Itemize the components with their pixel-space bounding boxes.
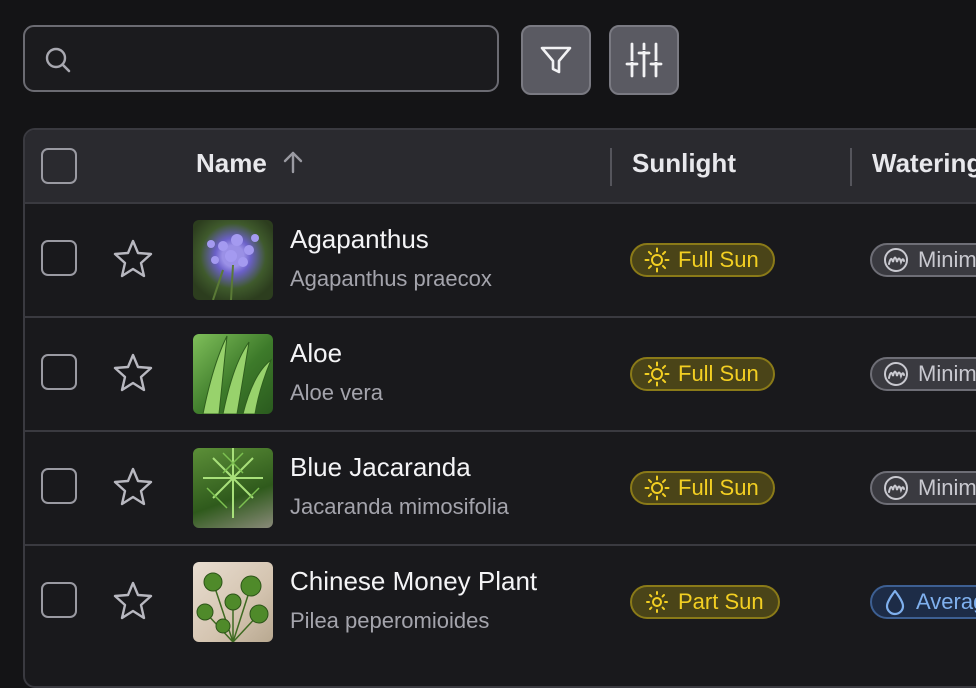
column-divider[interactable] bbox=[610, 148, 612, 186]
row-checkbox[interactable] bbox=[41, 468, 77, 504]
sunlight-label: Full Sun bbox=[678, 361, 759, 386]
plant-scientific-name: Jacaranda mimosifolia bbox=[290, 494, 509, 519]
sunlight-badge: Full Sun bbox=[630, 471, 775, 505]
jacaranda-image bbox=[203, 448, 263, 518]
plant-name: Aloe bbox=[290, 338, 343, 368]
sunlight-badge: Full Sun bbox=[630, 243, 775, 277]
sun-icon bbox=[646, 591, 668, 613]
star-icon[interactable] bbox=[113, 238, 153, 278]
sliders-icon bbox=[625, 42, 663, 78]
name-header-label: Name bbox=[196, 148, 267, 178]
sun-icon bbox=[644, 475, 670, 501]
drought-icon bbox=[884, 362, 908, 386]
drought-icon bbox=[884, 248, 908, 272]
sunlight-badge: Full Sun bbox=[630, 357, 775, 391]
watering-badge: Average bbox=[870, 585, 976, 619]
search-icon bbox=[45, 47, 71, 73]
drought-icon bbox=[884, 476, 908, 500]
filter-icon bbox=[540, 46, 572, 74]
row-checkbox[interactable] bbox=[41, 240, 77, 276]
plant-scientific-name: Agapanthus praecox bbox=[290, 266, 492, 291]
watering-label: Minimum bbox=[918, 361, 976, 386]
sunlight-label: Full Sun bbox=[678, 247, 759, 272]
watering-label: Minimum bbox=[918, 247, 976, 272]
plant-name: Blue Jacaranda bbox=[290, 452, 471, 482]
watering-label: Average bbox=[916, 589, 976, 614]
sunlight-badge: Part Sun bbox=[630, 585, 780, 619]
aloe-image bbox=[202, 335, 273, 414]
sunlight-column-header[interactable]: Sunlight bbox=[632, 148, 736, 179]
sunlight-label: Part Sun bbox=[678, 589, 764, 614]
select-all-checkbox[interactable] bbox=[41, 148, 77, 184]
watering-badge: Minimum bbox=[870, 471, 976, 505]
table-header: Name Sunlight Watering bbox=[25, 130, 976, 202]
filter-button[interactable] bbox=[521, 25, 591, 95]
sunlight-label: Full Sun bbox=[678, 475, 759, 500]
pilea-image bbox=[196, 572, 269, 642]
table-row[interactable]: Chinese Money Plant Pilea peperomioides … bbox=[25, 544, 976, 658]
watering-badge: Minimum bbox=[870, 243, 976, 277]
column-settings-button[interactable] bbox=[609, 25, 679, 95]
plants-table: Name Sunlight Watering Agapanthus Agapan… bbox=[23, 128, 976, 688]
star-icon[interactable] bbox=[113, 466, 153, 506]
watering-badge: Minimum bbox=[870, 357, 976, 391]
table-row[interactable]: Aloe Aloe vera Full Sun Minimum bbox=[25, 316, 976, 430]
plant-thumbnail bbox=[193, 562, 273, 642]
search-box[interactable] bbox=[23, 25, 499, 92]
column-divider[interactable] bbox=[850, 148, 852, 186]
star-icon[interactable] bbox=[113, 352, 153, 392]
name-column-header[interactable]: Name bbox=[196, 148, 306, 179]
plant-name: Agapanthus bbox=[290, 224, 429, 254]
plant-thumbnail bbox=[193, 448, 273, 528]
plant-scientific-name: Pilea peperomioides bbox=[290, 608, 490, 633]
sun-icon bbox=[644, 361, 670, 387]
sun-icon bbox=[644, 247, 670, 273]
plant-thumbnail bbox=[193, 220, 273, 300]
row-checkbox[interactable] bbox=[41, 354, 77, 390]
sort-ascending-icon bbox=[283, 151, 303, 174]
star-icon[interactable] bbox=[113, 580, 153, 620]
plant-scientific-name: Aloe vera bbox=[290, 380, 383, 405]
table-row[interactable]: Blue Jacaranda Jacaranda mimosifolia Ful… bbox=[25, 430, 976, 544]
watering-label: Minimum bbox=[918, 475, 976, 500]
water-drop-icon bbox=[885, 589, 905, 616]
plant-name: Chinese Money Plant bbox=[290, 566, 538, 596]
watering-column-header[interactable]: Watering bbox=[872, 148, 976, 179]
plant-thumbnail bbox=[193, 334, 273, 414]
agapanthus-image bbox=[207, 234, 259, 300]
search-input[interactable] bbox=[85, 35, 489, 85]
row-checkbox[interactable] bbox=[41, 582, 77, 618]
table-row[interactable]: Agapanthus Agapanthus praecox Full Sun M… bbox=[25, 202, 976, 316]
